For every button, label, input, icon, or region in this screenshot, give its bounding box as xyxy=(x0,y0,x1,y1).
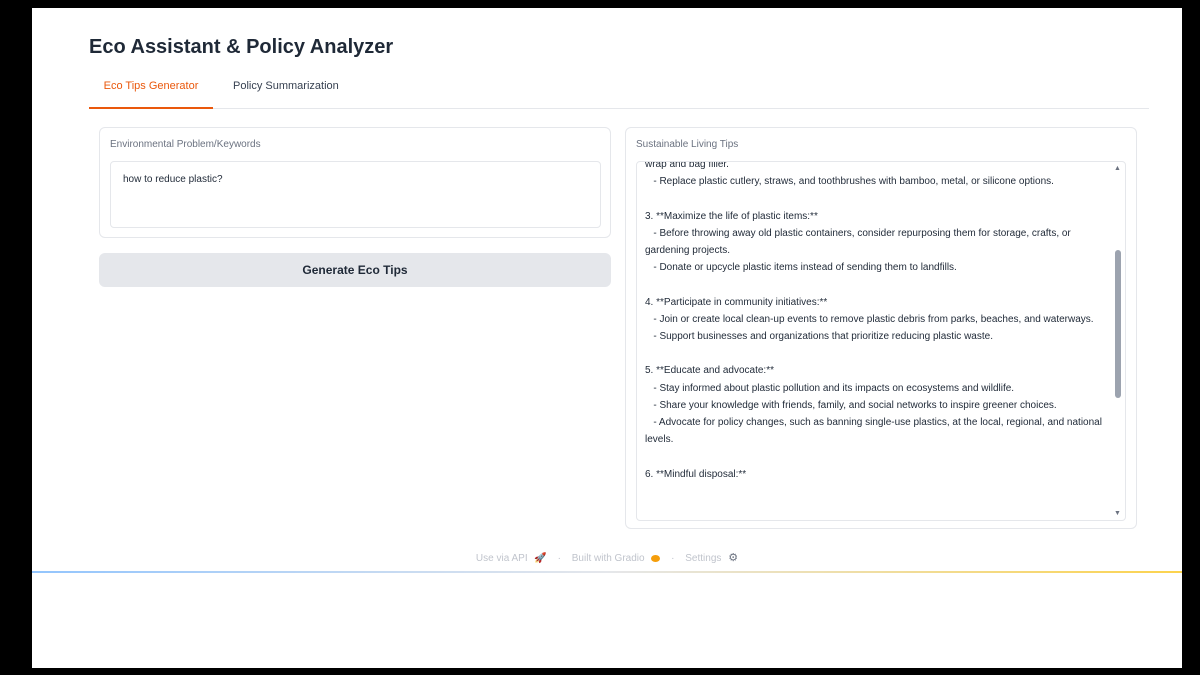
gear-icon[interactable]: ⚙ xyxy=(728,552,738,564)
scrollbar-thumb[interactable] xyxy=(1115,250,1121,398)
use-via-api-link[interactable]: Use via API xyxy=(476,553,528,564)
input-label: Environmental Problem/Keywords xyxy=(110,139,261,150)
screen-frame: Eco Assistant & Policy Analyzer Eco Tips… xyxy=(32,8,1182,668)
keywords-input[interactable]: how to reduce plastic? xyxy=(110,161,601,228)
gradio-logo-icon xyxy=(651,554,661,562)
tab-eco-tips-generator[interactable]: Eco Tips Generator xyxy=(89,76,213,109)
scroll-up-arrow-icon[interactable]: ▲ xyxy=(1114,165,1121,172)
page-title: Eco Assistant & Policy Analyzer xyxy=(89,36,394,58)
footer-separator: · xyxy=(671,553,675,564)
footer-separator: · xyxy=(557,553,561,564)
app-container: Eco Assistant & Policy Analyzer Eco Tips… xyxy=(32,8,1182,580)
tab-policy-summarization[interactable]: Policy Summarization xyxy=(221,76,351,109)
scroll-down-arrow-icon[interactable]: ▼ xyxy=(1114,510,1121,517)
tips-output-box[interactable]: wrap and bag filler. - Replace plastic c… xyxy=(636,161,1126,521)
output-label: Sustainable Living Tips xyxy=(636,139,739,150)
footer: Use via API 🚀 · Built with Gradio · Sett… xyxy=(32,551,1182,564)
blank-area xyxy=(32,573,1182,668)
tab-bar: Eco Tips Generator Policy Summarization xyxy=(89,76,1149,109)
generate-eco-tips-button[interactable]: Generate Eco Tips xyxy=(99,253,611,287)
tips-output-text: wrap and bag filler. - Replace plastic c… xyxy=(645,161,1102,480)
input-panel: Environmental Problem/Keywords how to re… xyxy=(99,127,611,238)
rocket-icon: 🚀 xyxy=(534,553,547,564)
settings-link[interactable]: Settings xyxy=(685,553,721,564)
output-panel: Sustainable Living Tips wrap and bag fil… xyxy=(625,127,1137,529)
built-with-gradio-link[interactable]: Built with Gradio xyxy=(572,553,645,564)
output-scrollbar[interactable]: ▲ ▼ xyxy=(1111,162,1125,520)
